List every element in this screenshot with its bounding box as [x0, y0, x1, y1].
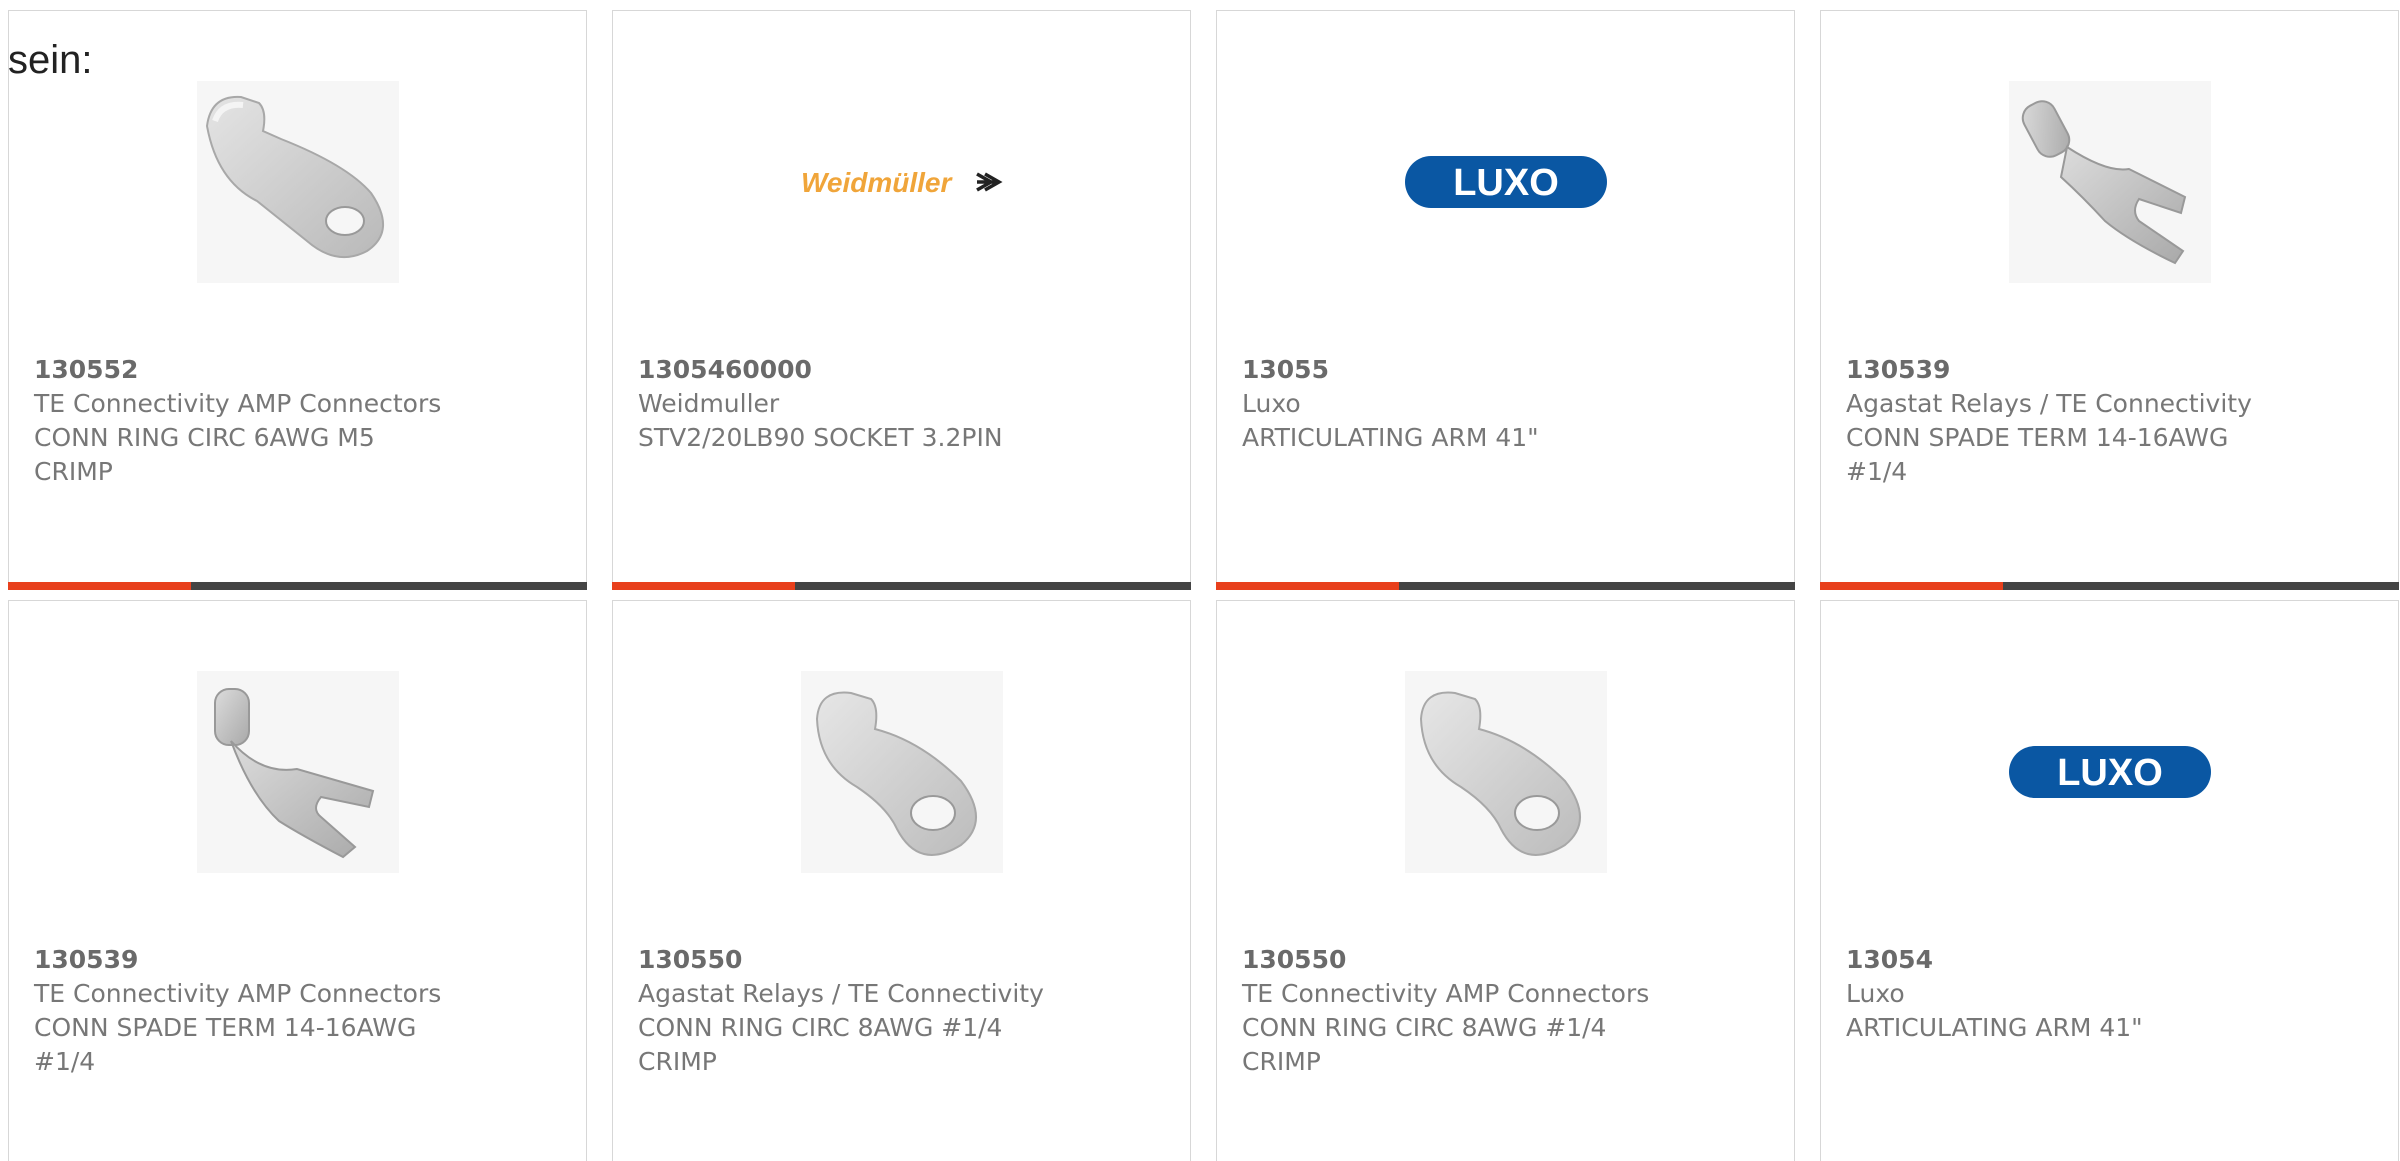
product-description: ARTICULATING ARM 41" [1242, 423, 1539, 452]
luxo-logo: LUXO [2008, 671, 2211, 873]
weidmuller-logo: Weidmüller [801, 81, 1003, 283]
part-number[interactable]: 130550 [638, 943, 1058, 977]
card-hover-bar [612, 582, 1191, 590]
card-hover-bar [1820, 582, 2399, 590]
ring-terminal-long-icon [196, 81, 399, 283]
manufacturer: Agastat Relays / TE Connectivity [638, 979, 1044, 1008]
ring-terminal-icon [1404, 671, 1607, 873]
card-hover-bar [1216, 582, 1795, 590]
manufacturer: Luxo [1242, 389, 1301, 418]
part-number[interactable]: 13054 [1846, 943, 2266, 977]
product-description: CONN RING CIRC 6AWG M5 CRIMP [34, 423, 375, 486]
product-description: CONN RING CIRC 8AWG #1/4 CRIMP [638, 1013, 1003, 1076]
spade-terminal-icon [196, 671, 399, 873]
product-card[interactable]: 130552 TE Connectivity AMP Connectors CO… [8, 10, 587, 590]
part-number[interactable]: 13055 [1242, 353, 1662, 387]
product-card[interactable]: 130539 TE Connectivity AMP Connectors CO… [8, 600, 587, 1161]
intro-text: sein: [8, 38, 93, 82]
manufacturer: TE Connectivity AMP Connectors [1242, 979, 1650, 1008]
product-info: 130539 Agastat Relays / TE Connectivity … [1846, 353, 2266, 489]
product-listing-page: 130552 TE Connectivity AMP Connectors CO… [0, 0, 2400, 1161]
svg-text:LUXO: LUXO [2057, 752, 2163, 794]
product-info: 130539 TE Connectivity AMP Connectors CO… [34, 943, 454, 1079]
part-number[interactable]: 130539 [34, 943, 454, 977]
luxo-logo: LUXO [1404, 81, 1607, 283]
manufacturer: Weidmuller [638, 389, 780, 418]
product-description: STV2/20LB90 SOCKET 3.2PIN [638, 423, 1003, 452]
product-card[interactable]: 130550 TE Connectivity AMP Connectors CO… [1216, 600, 1795, 1161]
product-description: ARTICULATING ARM 41" [1846, 1013, 2143, 1042]
card-hover-bar [8, 582, 587, 590]
product-description: CONN SPADE TERM 14-16AWG #1/4 [34, 1013, 417, 1076]
product-description: CONN RING CIRC 8AWG #1/4 CRIMP [1242, 1013, 1607, 1076]
product-info: 13055 Luxo ARTICULATING ARM 41" [1242, 353, 1662, 455]
product-card[interactable]: Weidmüller 1305460000 Weidmuller STV2/20… [612, 10, 1191, 590]
product-card[interactable]: LUXO 13055 Luxo ARTICULATING ARM 41" [1216, 10, 1795, 590]
part-number[interactable]: 1305460000 [638, 353, 1058, 387]
product-card[interactable]: 130539 Agastat Relays / TE Connectivity … [1820, 10, 2399, 590]
manufacturer: TE Connectivity AMP Connectors [34, 979, 442, 1008]
product-description: CONN SPADE TERM 14-16AWG #1/4 [1846, 423, 2229, 486]
manufacturer: TE Connectivity AMP Connectors [34, 389, 442, 418]
product-info: 130550 Agastat Relays / TE Connectivity … [638, 943, 1058, 1079]
manufacturer: Luxo [1846, 979, 1905, 1008]
product-grid-row-2: 130539 TE Connectivity AMP Connectors CO… [8, 600, 2400, 1161]
product-info: 130550 TE Connectivity AMP Connectors CO… [1242, 943, 1662, 1079]
product-grid: 130552 TE Connectivity AMP Connectors CO… [8, 10, 2400, 590]
manufacturer: Agastat Relays / TE Connectivity [1846, 389, 2252, 418]
ring-terminal-icon [800, 671, 1003, 873]
product-info: 130552 TE Connectivity AMP Connectors CO… [34, 353, 454, 489]
product-info: 1305460000 Weidmuller STV2/20LB90 SOCKET… [638, 353, 1058, 455]
svg-text:LUXO: LUXO [1453, 162, 1559, 204]
spade-terminal-icon [2008, 81, 2211, 283]
product-info: 13054 Luxo ARTICULATING ARM 41" [1846, 943, 2266, 1045]
svg-text:Weidmüller: Weidmüller [801, 167, 954, 198]
part-number[interactable]: 130552 [34, 353, 454, 387]
part-number[interactable]: 130539 [1846, 353, 2266, 387]
product-card[interactable]: 130550 Agastat Relays / TE Connectivity … [612, 600, 1191, 1161]
product-card[interactable]: LUXO 13054 Luxo ARTICULATING ARM 41" [1820, 600, 2399, 1161]
part-number[interactable]: 130550 [1242, 943, 1662, 977]
